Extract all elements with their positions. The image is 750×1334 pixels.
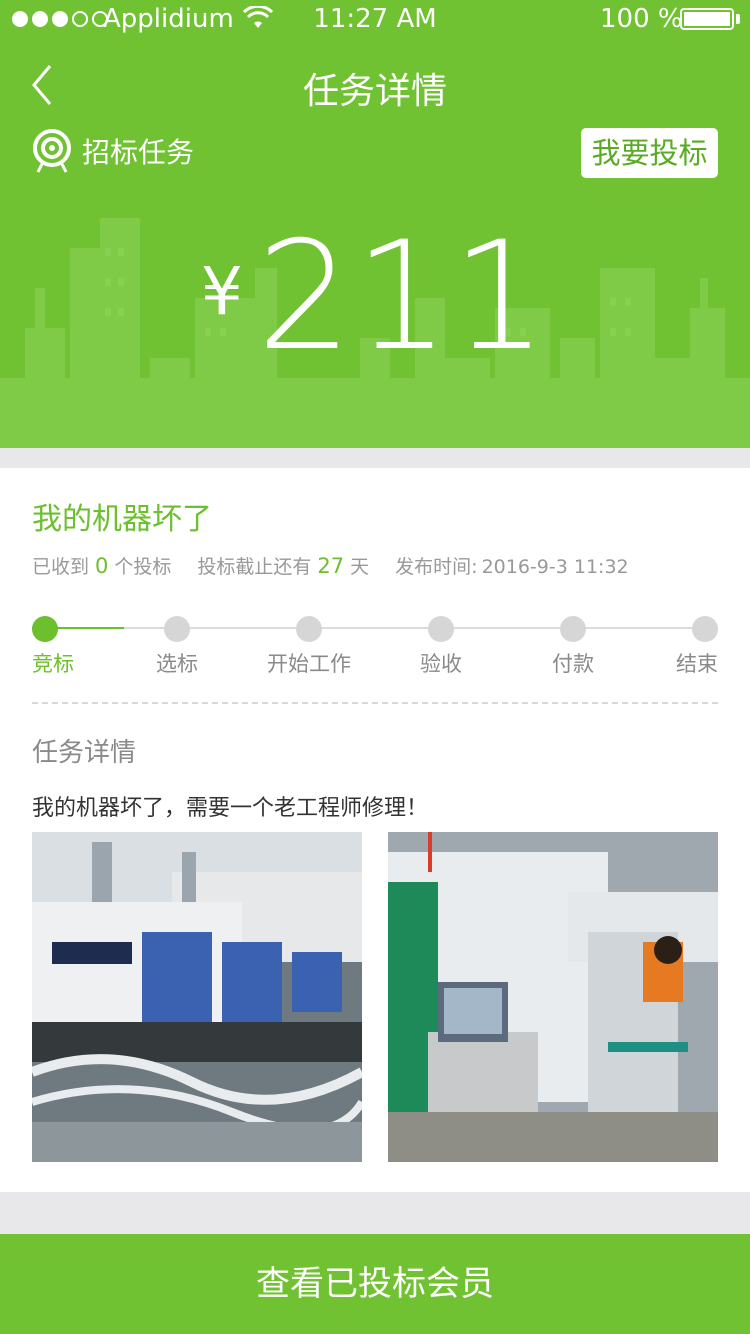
- task-price: ¥211: [0, 210, 750, 384]
- bid-count-prefix: 已收到: [32, 556, 90, 578]
- progress-step-dot: [560, 616, 586, 642]
- progress-step-label: 选标: [156, 652, 198, 676]
- details-section-title: 任务详情: [32, 738, 137, 768]
- progress-step-dot: [692, 616, 718, 642]
- dashed-divider: [32, 702, 718, 704]
- battery-icon: [680, 8, 734, 30]
- progress-step-label: 结束: [676, 652, 718, 676]
- publish-time-value: 2016-9-3 11:32: [481, 556, 629, 578]
- progress-step-label: 开始工作: [267, 652, 351, 676]
- publish-time: 发布时间: 2016-9-3 11:32: [395, 552, 628, 579]
- progress-step-dot: [164, 616, 190, 642]
- task-type-badge: 招标任务: [32, 128, 194, 174]
- battery-tip: [736, 14, 740, 24]
- deadline-suffix: 天: [350, 556, 370, 578]
- progress-step-label: 竞标: [32, 652, 74, 676]
- machine-operator-photo[interactable]: [388, 832, 718, 1162]
- deadline-prefix: 投标截止还有: [197, 556, 312, 578]
- progress-step-label: 付款: [552, 652, 594, 676]
- currency-symbol: ¥: [200, 253, 243, 330]
- progress-step-dot: [32, 616, 58, 642]
- progress-step-dot: [296, 616, 322, 642]
- deadline-days: 27: [317, 554, 345, 578]
- place-bid-button[interactable]: 我要投标: [581, 128, 718, 178]
- price-amount: 211: [256, 210, 550, 384]
- task-title: 我的机器坏了: [32, 502, 212, 537]
- bid-count: 已收到 0 个投标: [32, 552, 171, 579]
- view-bidders-button[interactable]: 查看已投标会员: [0, 1234, 750, 1334]
- publish-time-label: 发布时间:: [395, 556, 478, 578]
- target-icon: [33, 129, 71, 173]
- status-bar: Applidium 11:27 AM 100 %: [0, 0, 750, 40]
- page-title: 任务详情: [302, 71, 447, 112]
- task-meta: 已收到 0 个投标 投标截止还有 27 天 发布时间: 2016-9-3 11:32: [32, 552, 629, 579]
- task-description: 我的机器坏了，需要一个老工程师修理！: [32, 796, 429, 821]
- task-type-label: 招标任务: [82, 136, 195, 169]
- deadline: 投标截止还有 27 天: [197, 552, 369, 579]
- battery-percentage: 100 %: [600, 4, 683, 34]
- injection-molding-machines-photo[interactable]: [32, 832, 362, 1162]
- bid-count-suffix: 个投标: [114, 556, 172, 578]
- task-detail-card: 我的机器坏了 已收到 0 个投标 投标截止还有 27 天 发布时间: 2016-9-3 1…: [0, 468, 750, 1192]
- bid-count-value: 0: [95, 554, 109, 578]
- task-header: Applidium 11:27 AM 100 % 任务详情 招标任务 我要投标 …: [0, 0, 750, 448]
- progress-step-label: 验收: [420, 652, 462, 676]
- progress-step-dot: [428, 616, 454, 642]
- progress-track: [54, 627, 696, 629]
- task-progress-stepper: 竞标 选标 开始工作 验收 付款 结束: [32, 616, 718, 676]
